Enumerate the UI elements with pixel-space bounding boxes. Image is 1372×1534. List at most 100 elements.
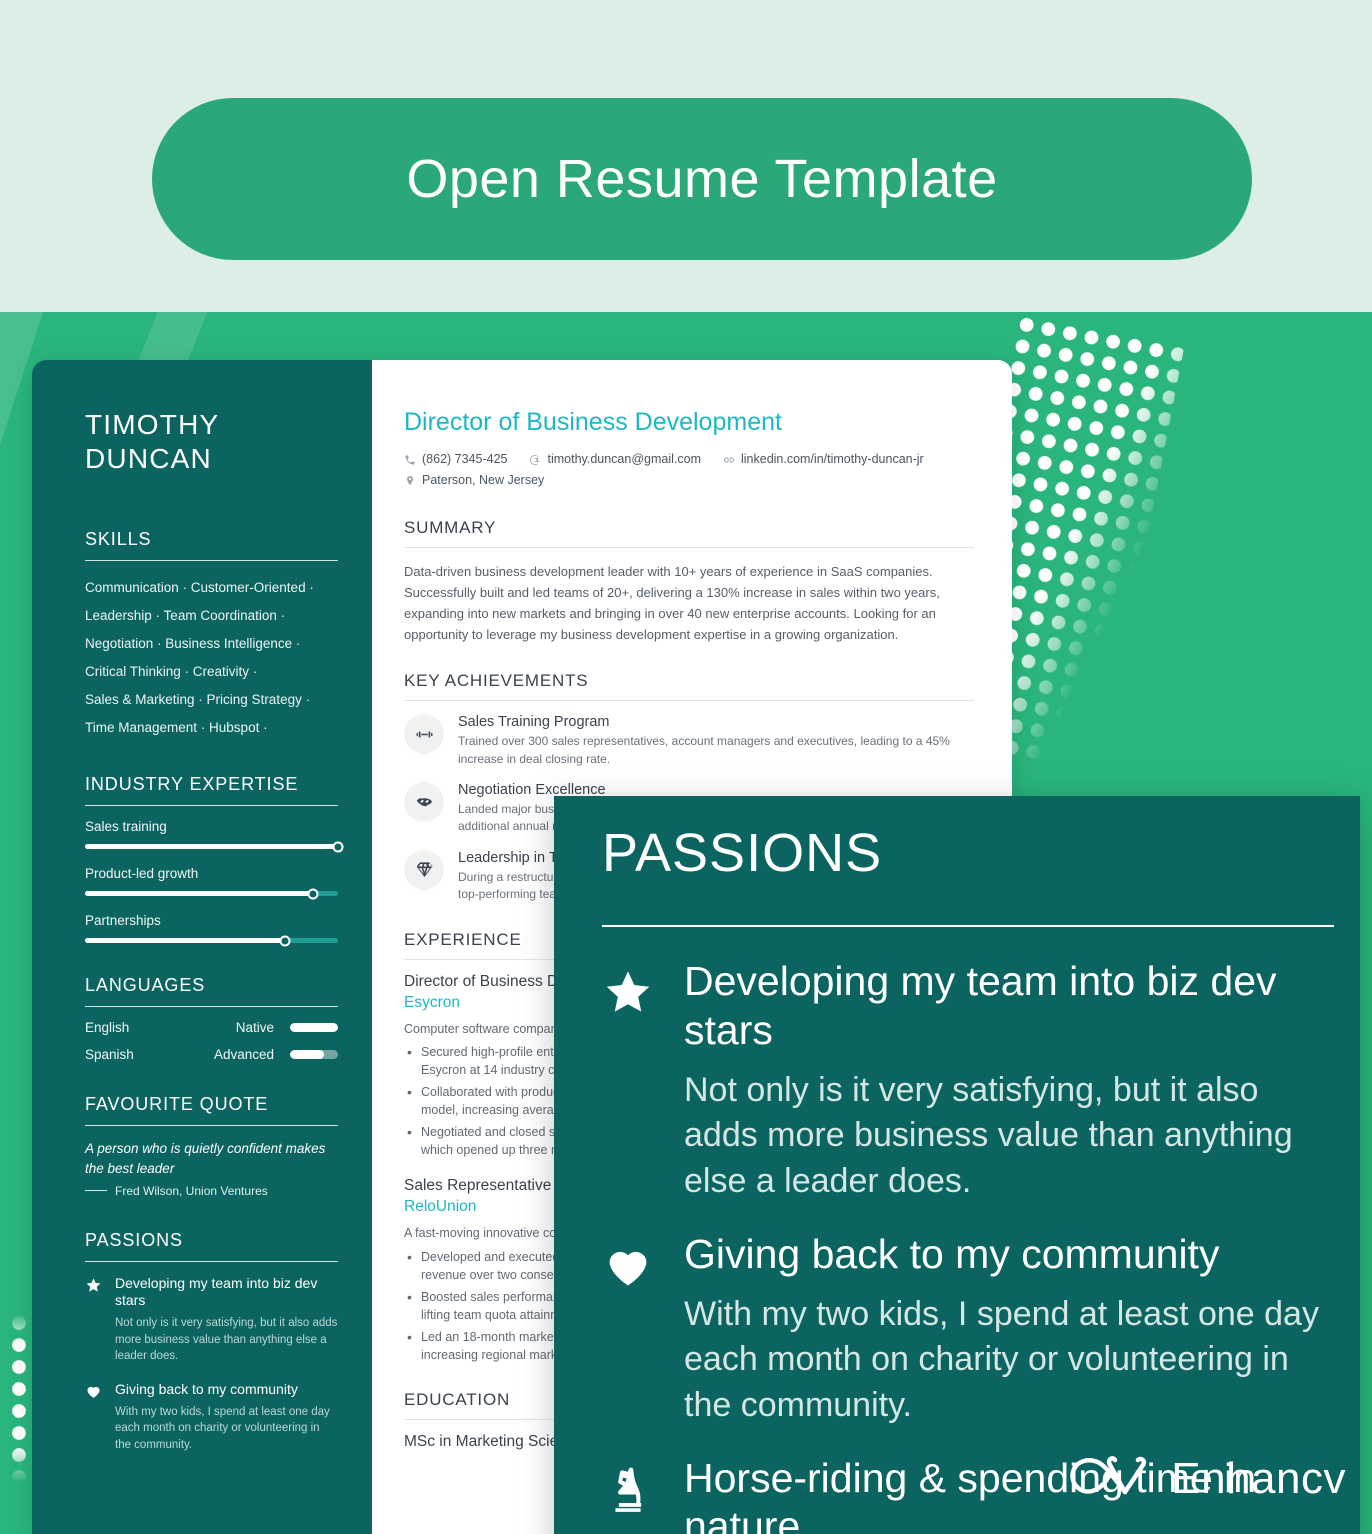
- sidebar-section-industry-expertise: INDUSTRY EXPERTISE Sales training Produc…: [85, 774, 344, 947]
- passions-heading: PASSIONS: [85, 1229, 183, 1250]
- key-achievements-heading: KEY ACHIEVEMENTS: [404, 671, 589, 691]
- language-level-bar: [290, 1050, 338, 1060]
- language-level-bar: [290, 1023, 338, 1033]
- job-title: Director of Business Development: [404, 408, 782, 436]
- page-root: Open Resume Template TIMOTHY DUNCAN SKIL…: [0, 0, 1372, 1534]
- skill-line: Leadership · Team Coordination ·: [85, 607, 286, 623]
- sidebar-section-skills: SKILLS Communication · Customer-Oriented…: [85, 529, 338, 742]
- languages-heading: LANGUAGES: [85, 975, 206, 996]
- language-row: Spanish Advanced: [85, 1047, 338, 1062]
- passion-description: Not only is it very satisfying, but it a…: [115, 1317, 338, 1363]
- skill-line: Negotiation · Business Intelligence ·: [85, 636, 301, 652]
- resume-sidebar: TIMOTHY DUNCAN SKILLS Communication · Cu…: [32, 360, 372, 1534]
- open-resume-template-button[interactable]: Open Resume Template: [152, 98, 1252, 260]
- contact-phone: (862) 7345-425: [404, 449, 507, 470]
- skills-heading: SKILLS: [85, 528, 152, 549]
- contact-linkedin-text: linkedin.com/in/timothy-duncan-jr: [740, 452, 924, 466]
- industry-expertise-heading: INDUSTRY EXPERTISE: [85, 774, 299, 795]
- quote-author: Fred Wilson, Union Ventures: [115, 1183, 268, 1198]
- em-dash-icon: [85, 1189, 107, 1192]
- top-banner: Open Resume Template: [0, 0, 1372, 312]
- divider: [602, 925, 1334, 928]
- contact-location: Paterson, New Jersey: [404, 470, 544, 491]
- language-row: English Native: [85, 1020, 338, 1035]
- passion-content: Developing my team into biz dev stars No…: [115, 1275, 338, 1365]
- expertise-slider-knob[interactable]: [307, 888, 319, 900]
- overlay-passion-title: Giving back to my community: [684, 1230, 1220, 1277]
- passion-title: Developing my team into biz dev stars: [115, 1274, 318, 1309]
- language-level: Advanced: [213, 1047, 274, 1063]
- overlay-passion-title: Developing my team into biz dev stars: [684, 958, 1277, 1053]
- divider: [404, 546, 974, 548]
- passion-item: Giving back to my community With my two …: [85, 1381, 338, 1453]
- expertise-slider[interactable]: [85, 841, 344, 853]
- expertise-item: Sales training: [85, 819, 344, 853]
- person-name: TIMOTHY DUNCAN: [85, 409, 220, 475]
- contact-phone-text: (862) 7345-425: [422, 452, 508, 466]
- overlay-passion-description: With my two kids, I spend at least one d…: [684, 1295, 1319, 1424]
- link-icon: [723, 457, 734, 463]
- quote-author-line: Fred Wilson, Union Ventures: [85, 1184, 338, 1198]
- contact-linkedin: linkedin.com/in/timothy-duncan-jr: [723, 449, 924, 470]
- contact-email-text: timothy.duncan@gmail.com: [547, 452, 701, 466]
- overlay-passion-content: Giving back to my community With my two …: [684, 1230, 1334, 1428]
- location-pin-icon: [407, 475, 413, 485]
- language-level: Native: [235, 1020, 274, 1036]
- expertise-item: Product-led growth: [85, 866, 338, 900]
- expertise-slider-knob[interactable]: [279, 935, 291, 947]
- expertise-slider[interactable]: [85, 888, 338, 900]
- heart-icon: [85, 1381, 105, 1453]
- contact-location-text: Paterson, New Jersey: [422, 473, 545, 488]
- expertise-item: Partnerships: [85, 913, 338, 947]
- handshake-icon: [404, 782, 444, 823]
- chess-knight-icon: [602, 1454, 658, 1534]
- passion-description: With my two kids, I spend at least one d…: [115, 1405, 330, 1451]
- expertise-label: Partnerships: [85, 913, 161, 929]
- overlay-passion-content: Developing my team into biz dev stars No…: [684, 957, 1334, 1203]
- achievement-item: Sales Training Program Trained over 300 …: [404, 714, 974, 768]
- divider: [85, 1125, 338, 1127]
- quote-text: A person who is quietly confident makes …: [85, 1141, 326, 1176]
- email-icon: [530, 454, 540, 465]
- diamond-icon: [404, 849, 444, 890]
- sidebar-section-passions: PASSIONS Developing my team into biz dev…: [85, 1230, 338, 1454]
- enhancv-logo: Enhancv: [1067, 1452, 1346, 1506]
- overlay-passion-item: Developing my team into biz dev stars No…: [602, 957, 1334, 1203]
- contact-info: (862) 7345-425 timothy.duncan@gmail.com …: [404, 449, 974, 492]
- expertise-slider-fill: [85, 844, 338, 850]
- sidebar-section-favourite-quote: FAVOURITE QUOTE A person who is quietly …: [85, 1094, 338, 1198]
- overlay-passion-description: Not only is it very satisfying, but it a…: [684, 1071, 1293, 1200]
- passion-title: Giving back to my community: [115, 1380, 298, 1397]
- divider: [85, 1006, 338, 1008]
- summary-text: Data-driven business development leader …: [404, 563, 940, 643]
- achievement-name: Sales Training Program: [458, 714, 610, 731]
- expertise-label: Sales training: [85, 819, 167, 835]
- expertise-slider[interactable]: [85, 935, 338, 947]
- overlay-title: PASSIONS: [602, 823, 883, 883]
- skill-line: Communication · Customer-Oriented ·: [85, 579, 314, 595]
- divider: [85, 559, 338, 561]
- divider: [404, 700, 974, 702]
- favourite-quote-heading: FAVOURITE QUOTE: [85, 1094, 269, 1115]
- expertise-slider-knob[interactable]: [332, 841, 344, 853]
- summary-heading: SUMMARY: [404, 517, 497, 537]
- star-icon: [85, 1275, 105, 1365]
- sidebar-section-languages: LANGUAGES English Native Spanish Advance…: [85, 975, 338, 1062]
- skill-line: Sales & Marketing · Pricing Strategy ·: [85, 692, 311, 708]
- overlay-passion-item: Giving back to my community With my two …: [602, 1230, 1334, 1428]
- green-stage: TIMOTHY DUNCAN SKILLS Communication · Cu…: [0, 312, 1372, 1534]
- language-name: Spanish: [85, 1047, 134, 1063]
- heart-icon: [602, 1230, 658, 1428]
- dumbbell-icon: [404, 714, 444, 755]
- language-name: English: [85, 1020, 130, 1036]
- expertise-slider-fill: [85, 938, 285, 944]
- star-icon: [602, 957, 658, 1203]
- skill-line: Critical Thinking · Creativity ·: [85, 664, 258, 680]
- skill-line: Time Management · Hubspot ·: [85, 720, 268, 736]
- enhancv-wordmark: Enhancv: [1171, 1454, 1346, 1503]
- achievement-description: Trained over 300 sales representatives, …: [458, 734, 950, 766]
- expertise-slider-fill: [85, 891, 313, 897]
- enhancv-infinity-heart-logo: [1070, 1456, 1147, 1495]
- section-summary: SUMMARY Data-driven business development…: [404, 518, 974, 646]
- phone-icon: [405, 455, 415, 465]
